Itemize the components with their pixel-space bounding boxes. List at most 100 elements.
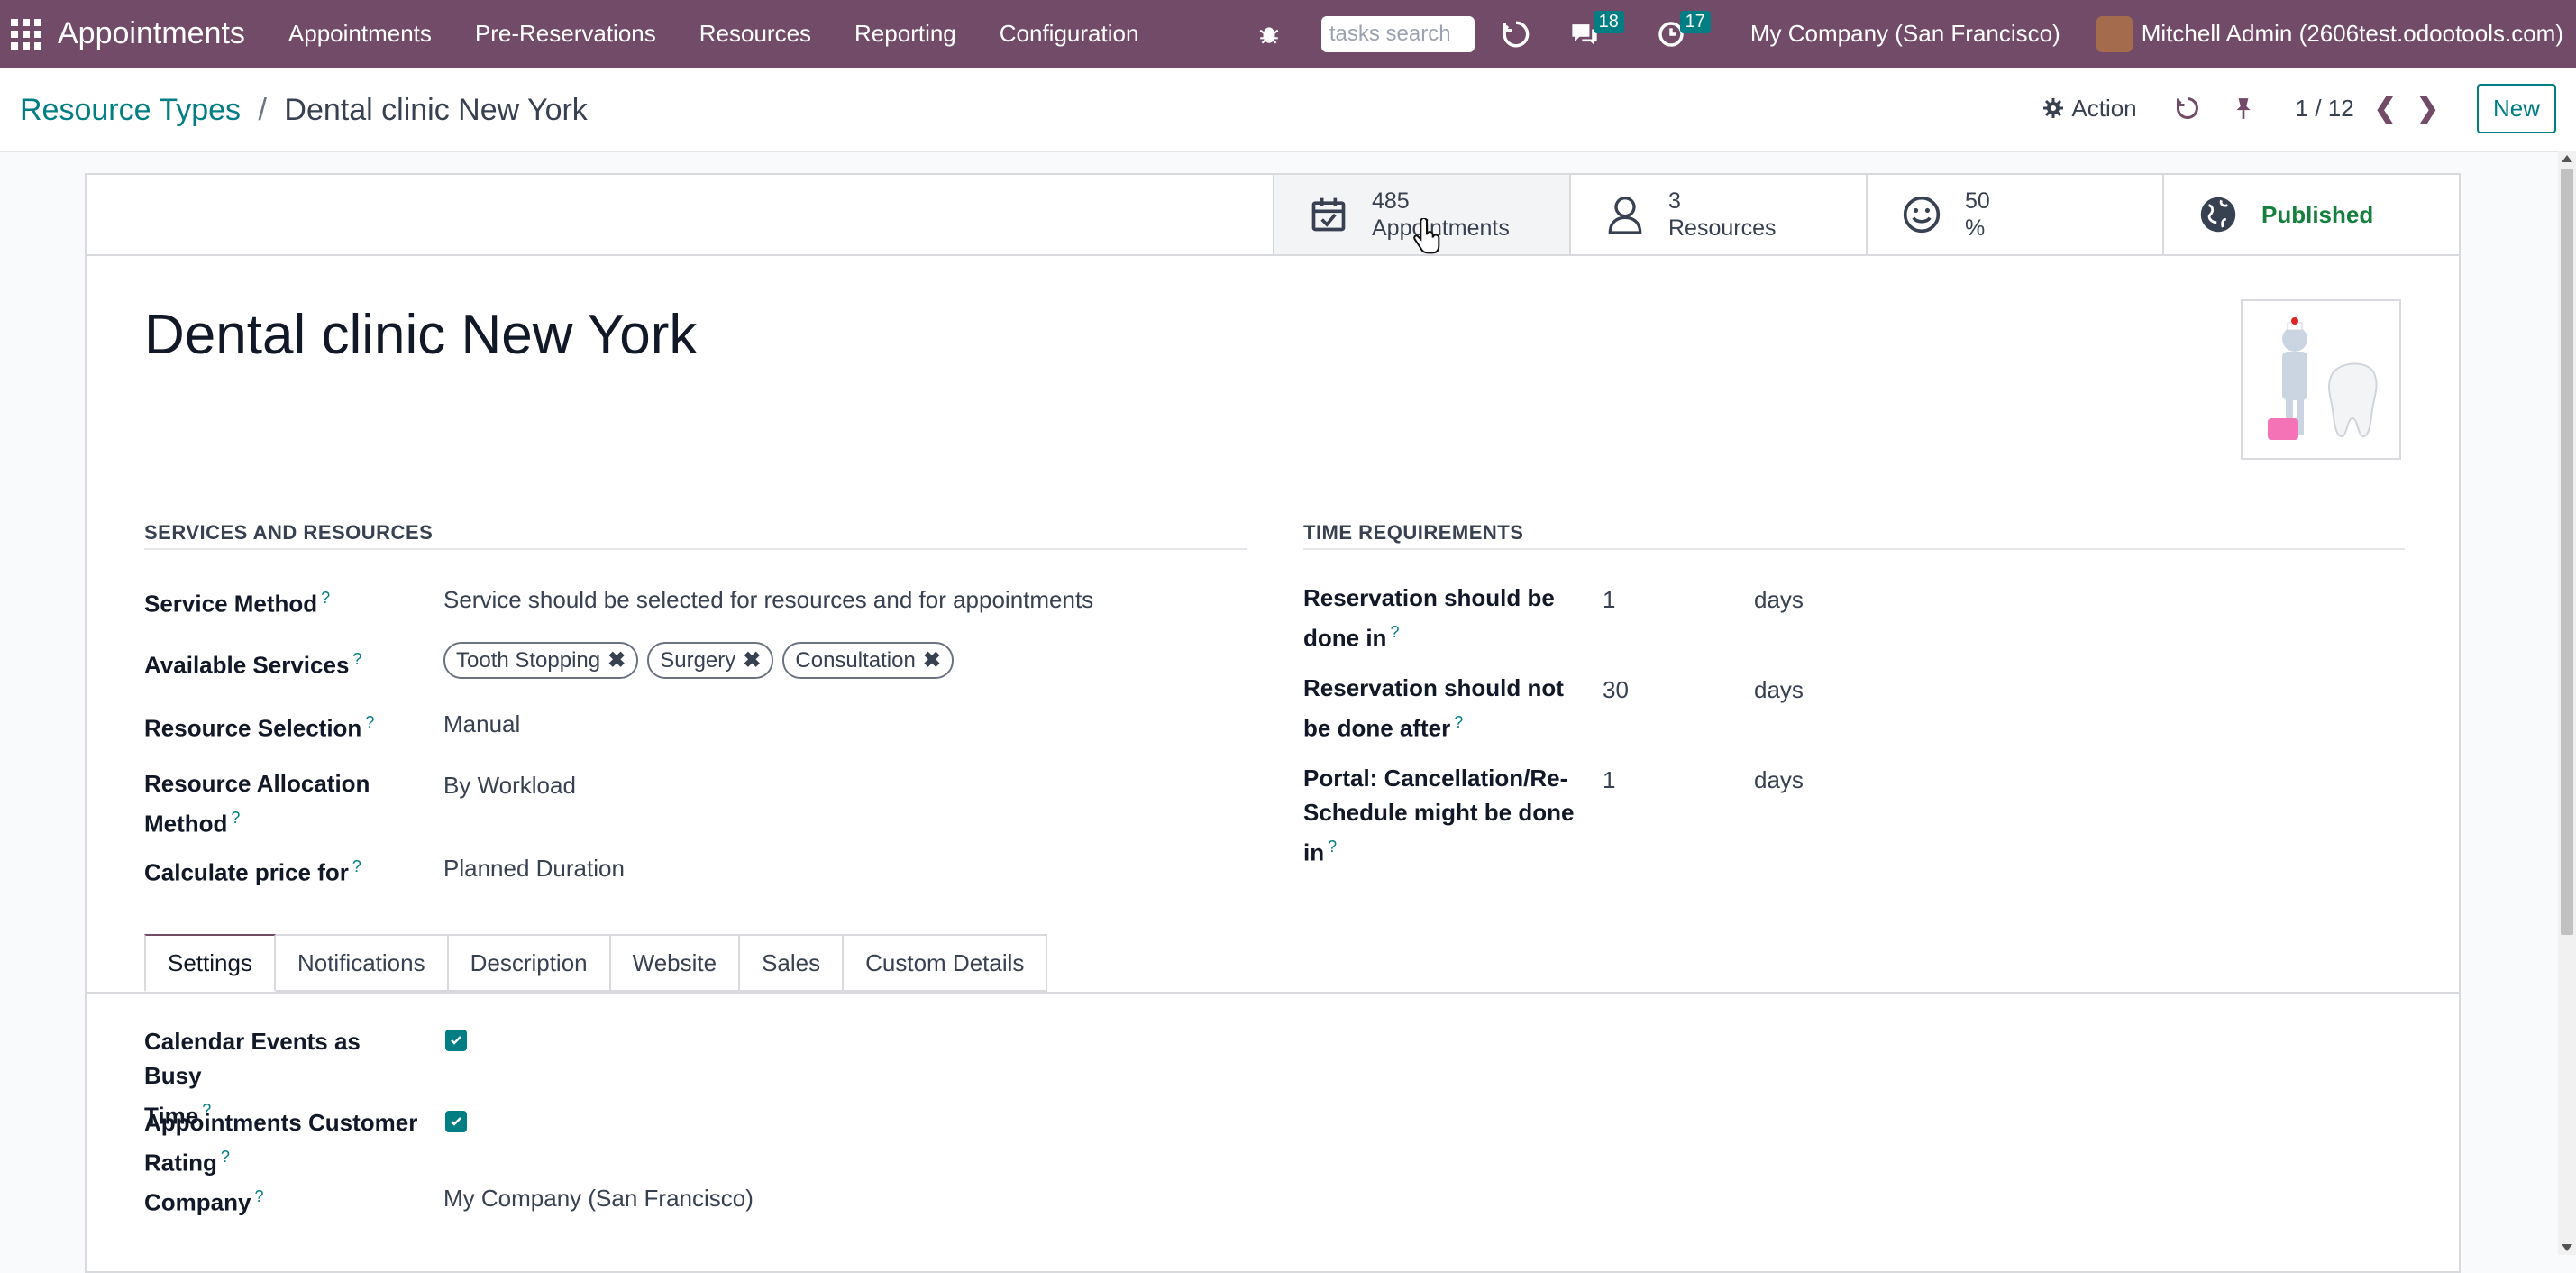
user-icon xyxy=(1603,193,1647,236)
activities-badge: 17 xyxy=(1679,10,1711,33)
services-group-rule xyxy=(144,548,1247,550)
control-panel: Resource Types / Dental clinic New York … xyxy=(0,68,2576,152)
menu-resources[interactable]: Resources xyxy=(699,20,811,48)
activities-clock-icon[interactable]: 17 xyxy=(1655,10,1711,50)
service-method-field[interactable]: Service should be selected for resources… xyxy=(443,582,1093,617)
available-services-label: Available Services? xyxy=(144,650,362,679)
breadcrumb-resource-types[interactable]: Resource Types xyxy=(20,93,241,127)
tab-website[interactable]: Website xyxy=(610,934,741,992)
form-sheet: 485 Appointments 3 Resources 50 % Publis… xyxy=(85,173,2461,1273)
gear-icon xyxy=(2043,98,2064,118)
smart-buttons-divider xyxy=(87,254,2459,256)
help-icon[interactable]: ? xyxy=(321,589,330,607)
help-icon[interactable]: ? xyxy=(1390,623,1399,641)
debug-bug-icon[interactable] xyxy=(1253,18,1285,50)
rating-stat-button[interactable]: 50 % xyxy=(1866,175,2162,254)
help-icon[interactable]: ? xyxy=(1328,838,1337,856)
allocation-method-field[interactable]: By Workload xyxy=(443,768,576,802)
scroll-up-icon[interactable] xyxy=(2562,155,2572,162)
notebook-tabs: Settings Notifications Description Websi… xyxy=(144,934,1048,994)
not-after-field[interactable]: 30 xyxy=(1603,673,1629,707)
resources-stat-button[interactable]: 3 Resources xyxy=(1569,175,1866,254)
help-icon[interactable]: ? xyxy=(231,809,240,827)
tag-consultation: Consultation ✖ xyxy=(782,642,954,679)
busy-time-checkbox[interactable] xyxy=(445,1030,467,1051)
tab-custom-details[interactable]: Custom Details xyxy=(844,934,1048,992)
remove-tag-icon[interactable]: ✖ xyxy=(923,647,941,673)
user-avatar[interactable] xyxy=(2096,15,2133,52)
service-method-label: Service Method? xyxy=(144,589,331,618)
appointments-count: 485 xyxy=(1372,188,1410,214)
portal-cancellation-field[interactable]: 1 xyxy=(1603,763,1615,797)
new-button[interactable]: New xyxy=(2476,83,2556,133)
help-icon[interactable]: ? xyxy=(352,650,361,668)
help-icon[interactable]: ? xyxy=(352,857,361,875)
remove-tag-icon[interactable]: ✖ xyxy=(743,647,761,673)
action-button[interactable]: Action xyxy=(2042,94,2137,123)
not-after-unit: days xyxy=(1754,676,1804,703)
available-services-tags[interactable]: Tooth Stopping ✖ Surgery ✖ Consultation ✖ xyxy=(443,642,954,679)
services-group-title: SERVICES AND RESOURCES xyxy=(144,521,434,544)
tab-sales[interactable]: Sales xyxy=(740,934,845,992)
help-icon[interactable]: ? xyxy=(254,1187,263,1205)
menu-reporting[interactable]: Reporting xyxy=(854,20,956,48)
resources-label: Resources xyxy=(1668,215,1777,241)
company-switcher[interactable]: My Company (San Francisco) xyxy=(1750,20,2060,48)
tab-description[interactable]: Description xyxy=(448,934,611,992)
resource-selection-field[interactable]: Manual xyxy=(443,707,520,741)
tag-surgery: Surgery ✖ xyxy=(647,642,774,679)
breadcrumb: Resource Types / Dental clinic New York xyxy=(20,93,588,128)
published-label: Published xyxy=(2261,200,2374,228)
tab-settings[interactable]: Settings xyxy=(144,934,276,992)
page-scrollbar[interactable] xyxy=(2558,151,2576,1255)
globe-icon xyxy=(2197,193,2240,236)
record-title[interactable]: Dental clinic New York xyxy=(144,303,697,367)
app-menu-icon[interactable] xyxy=(11,18,41,50)
refresh-icon[interactable] xyxy=(1500,18,1532,50)
allocation-method-label: Resource Allocation Method? xyxy=(144,770,370,838)
mouse-cursor-icon xyxy=(1413,218,1440,254)
portal-cancellation-unit: days xyxy=(1754,766,1804,793)
not-after-label: Reservation should not be done after? xyxy=(1303,674,1564,742)
company-field[interactable]: My Company (San Francisco) xyxy=(443,1181,754,1215)
company-label: Company? xyxy=(144,1187,264,1216)
record-image[interactable] xyxy=(2241,299,2401,460)
tasks-search-input[interactable]: tasks search xyxy=(1320,15,1475,52)
pager-value[interactable]: 1 / 12 xyxy=(2296,95,2354,123)
app-brand[interactable]: Appointments xyxy=(58,16,245,51)
help-icon[interactable]: ? xyxy=(221,1148,230,1166)
tab-notifications[interactable]: Notifications xyxy=(275,934,449,992)
customer-rating-checkbox[interactable] xyxy=(445,1111,467,1132)
resources-count: 3 xyxy=(1668,188,1681,214)
calculate-price-label: Calculate price for? xyxy=(144,857,361,886)
calculate-price-field[interactable]: Planned Duration xyxy=(443,851,625,885)
time-group-title: TIME REQUIREMENTS xyxy=(1303,521,1524,544)
user-menu[interactable]: Mitchell Admin (2606test.odootools.com) xyxy=(2142,20,2563,48)
smile-icon xyxy=(1900,193,1943,236)
messages-icon[interactable]: 18 xyxy=(1568,10,1624,50)
help-icon[interactable]: ? xyxy=(365,713,374,731)
breadcrumb-current: Dental clinic New York xyxy=(284,93,588,127)
action-label: Action xyxy=(2071,94,2137,122)
menu-configuration[interactable]: Configuration xyxy=(1000,20,1139,48)
breadcrumb-separator: / xyxy=(258,93,267,127)
remove-tag-icon[interactable]: ✖ xyxy=(607,647,626,673)
done-in-field[interactable]: 1 xyxy=(1603,582,1615,617)
rating-unit: % xyxy=(1965,215,1986,241)
pager-next-icon[interactable]: ❯ xyxy=(2416,93,2439,124)
discard-refresh-icon[interactable] xyxy=(2171,92,2204,124)
scroll-down-icon[interactable] xyxy=(2562,1244,2572,1251)
scrollbar-thumb[interactable] xyxy=(2561,169,2573,935)
pin-icon[interactable] xyxy=(2227,92,2260,124)
smart-buttons: 485 Appointments 3 Resources 50 % Publis… xyxy=(1273,175,2459,256)
pager-previous-icon[interactable]: ❮ xyxy=(2374,93,2397,124)
published-stat-button[interactable]: Published xyxy=(2162,175,2459,254)
top-navbar: Appointments Appointments Pre-Reservatio… xyxy=(0,0,2576,68)
menu-appointments[interactable]: Appointments xyxy=(288,20,432,48)
menu-pre-reservations[interactable]: Pre-Reservations xyxy=(475,20,656,48)
messages-badge: 18 xyxy=(1593,10,1624,33)
help-icon[interactable]: ? xyxy=(1454,713,1463,731)
done-in-label: Reservation should be done in? xyxy=(1303,584,1555,652)
portal-cancellation-label: Portal: Cancellation/Re- Schedule might … xyxy=(1303,765,1575,866)
tag-tooth-stopping: Tooth Stopping ✖ xyxy=(443,642,639,679)
